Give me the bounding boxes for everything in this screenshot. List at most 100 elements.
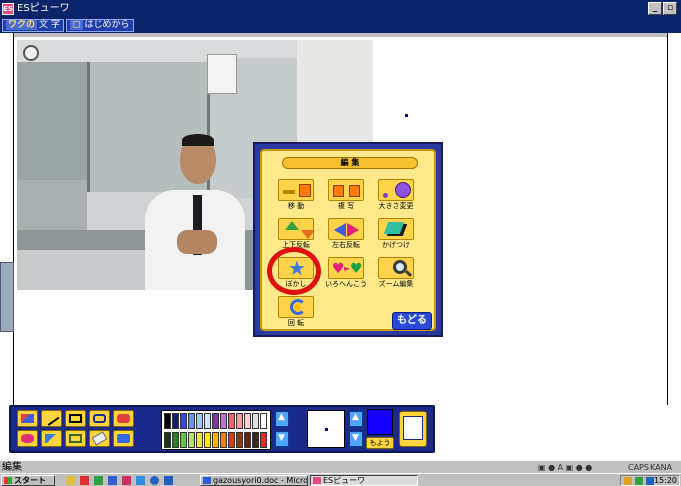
size-down-button[interactable]: ▼ — [349, 431, 363, 447]
quicklaunch-app-icon[interactable] — [108, 476, 117, 485]
canvas-margin-right — [667, 33, 681, 405]
palette-swatch[interactable] — [172, 413, 179, 429]
taskbar-clock: 15:20 — [653, 476, 677, 485]
palette-swatch[interactable] — [252, 432, 259, 448]
text-button[interactable]: ワクの文 字 — [2, 19, 64, 32]
quicklaunch-app-icon[interactable] — [136, 476, 145, 485]
pencil-icon — [21, 414, 34, 423]
quicklaunch-app-icon[interactable] — [122, 476, 131, 485]
status-bar: 編集 ▣ ● A ▣ ● ● CAPS KANA — [0, 460, 681, 473]
palette-swatch[interactable] — [220, 432, 227, 448]
tray-icon[interactable] — [646, 477, 654, 485]
selected-color-swatch[interactable] — [367, 409, 393, 435]
wall-clock-icon — [23, 45, 39, 61]
highlight-ring — [267, 247, 321, 295]
tool-flip-vertical[interactable]: 上下反転 — [276, 218, 316, 250]
app-icon: ES — [2, 3, 14, 15]
tool-zoom-edit[interactable]: ズーム編集 — [376, 257, 416, 289]
brush-tool-button[interactable] — [17, 430, 38, 447]
resize-icon — [378, 179, 414, 201]
quicklaunch-app-icon[interactable] — [164, 476, 173, 485]
text-button-label: 文 字 — [39, 20, 60, 30]
line-icon — [43, 411, 60, 426]
tool-color-change[interactable]: ♥ ► ♥ いろへんこう — [325, 257, 367, 289]
palette-up-button[interactable]: ▲ — [275, 411, 289, 427]
color-change-icon: ♥ ► ♥ — [328, 257, 364, 279]
taskbar: スタート gazousyori0.doc - Micros... ESピューワ … — [0, 473, 681, 486]
spray-icon — [45, 434, 58, 443]
eraser-tool-button[interactable] — [89, 430, 110, 447]
tool-shadow[interactable]: かげつけ — [376, 218, 416, 250]
size-up-button[interactable]: ▲ — [349, 411, 363, 427]
palette-down-button[interactable]: ▼ — [275, 431, 289, 447]
rectangle-tool-button[interactable] — [65, 410, 86, 427]
arrow-down-icon: ▼ — [352, 433, 359, 443]
es-app-icon — [313, 477, 321, 484]
palette-swatch[interactable] — [164, 413, 171, 429]
quicklaunch-app-icon[interactable] — [80, 476, 89, 485]
palette-swatch[interactable] — [180, 413, 187, 429]
copy-icon — [328, 179, 364, 201]
quicklaunch-app-icon[interactable] — [94, 476, 103, 485]
palette-swatch[interactable] — [188, 432, 195, 448]
palette-swatch[interactable] — [172, 432, 179, 448]
quicklaunch-browser-icon[interactable] — [150, 476, 159, 485]
pencil-tool-button[interactable] — [17, 410, 38, 427]
line-tool-button[interactable] — [41, 410, 62, 427]
palette-swatch[interactable] — [180, 432, 187, 448]
current-brush-preview — [307, 410, 345, 448]
palette-swatch[interactable] — [228, 413, 235, 429]
calendar-button[interactable] — [399, 411, 427, 447]
shadow-icon — [378, 218, 414, 240]
palette-swatch[interactable] — [244, 432, 251, 448]
edit-panel-title: 編 集 — [282, 157, 418, 169]
palette-swatch[interactable] — [204, 413, 211, 429]
tool-flip-horizontal[interactable]: 左右反転 — [326, 218, 366, 250]
notice-paper — [207, 54, 237, 94]
palette-swatch[interactable] — [204, 432, 211, 448]
palette-swatch[interactable] — [196, 432, 203, 448]
pattern-button[interactable]: もよう — [366, 437, 394, 449]
palette-swatch[interactable] — [220, 413, 227, 429]
palette-swatch[interactable] — [252, 413, 259, 429]
undo-tool-button[interactable] — [113, 430, 134, 447]
tool-copy[interactable]: 複 写 — [326, 179, 366, 211]
tool-resize[interactable]: 大きさ変更 — [376, 179, 416, 211]
tray-icon[interactable] — [624, 477, 632, 485]
task-es-viewer[interactable]: ESピューワ — [310, 475, 418, 486]
side-widget — [0, 262, 14, 332]
palette-swatch[interactable] — [260, 413, 267, 429]
maximize-button[interactable]: ▫ — [663, 2, 677, 15]
rectangle-icon — [69, 414, 82, 423]
ime-kana: KANA — [650, 463, 673, 472]
palette-swatch[interactable] — [164, 432, 171, 448]
palette-swatch[interactable] — [228, 432, 235, 448]
windows-flag-icon — [4, 477, 12, 484]
stamp-tool-button[interactable] — [89, 410, 110, 427]
tool-move[interactable]: 移 動 — [276, 179, 316, 211]
minimize-button[interactable]: _ — [648, 2, 662, 15]
ime-toolbar-icon[interactable]: ▣ ● A ▣ ● ● — [538, 462, 592, 473]
quicklaunch-folder-icon[interactable] — [66, 476, 75, 485]
task-word-document[interactable]: gazousyori0.doc - Micros... — [200, 475, 308, 486]
fill-icon — [117, 414, 130, 423]
palette-swatch[interactable] — [196, 413, 203, 429]
text-icon — [69, 434, 82, 443]
palette-swatch[interactable] — [212, 413, 219, 429]
restart-button[interactable]: ▢ はじめから — [66, 19, 134, 32]
palette-swatch[interactable] — [188, 413, 195, 429]
palette-swatch[interactable] — [236, 432, 243, 448]
palette-swatch[interactable] — [212, 432, 219, 448]
spray-tool-button[interactable] — [41, 430, 62, 447]
fill-tool-button[interactable] — [113, 410, 134, 427]
palette-swatch[interactable] — [260, 432, 267, 448]
undo-icon — [117, 434, 130, 443]
text-tool-button[interactable] — [65, 430, 86, 447]
drawing-toolbar: ▲ ▼ ▲ ▼ もよう — [9, 405, 435, 453]
palette-swatch[interactable] — [244, 413, 251, 429]
start-button[interactable]: スタート — [1, 475, 55, 486]
tool-rotate[interactable]: 回 転 — [276, 296, 316, 328]
back-button[interactable]: もどる — [392, 312, 432, 330]
palette-swatch[interactable] — [236, 413, 243, 429]
tray-icon[interactable] — [635, 477, 643, 485]
